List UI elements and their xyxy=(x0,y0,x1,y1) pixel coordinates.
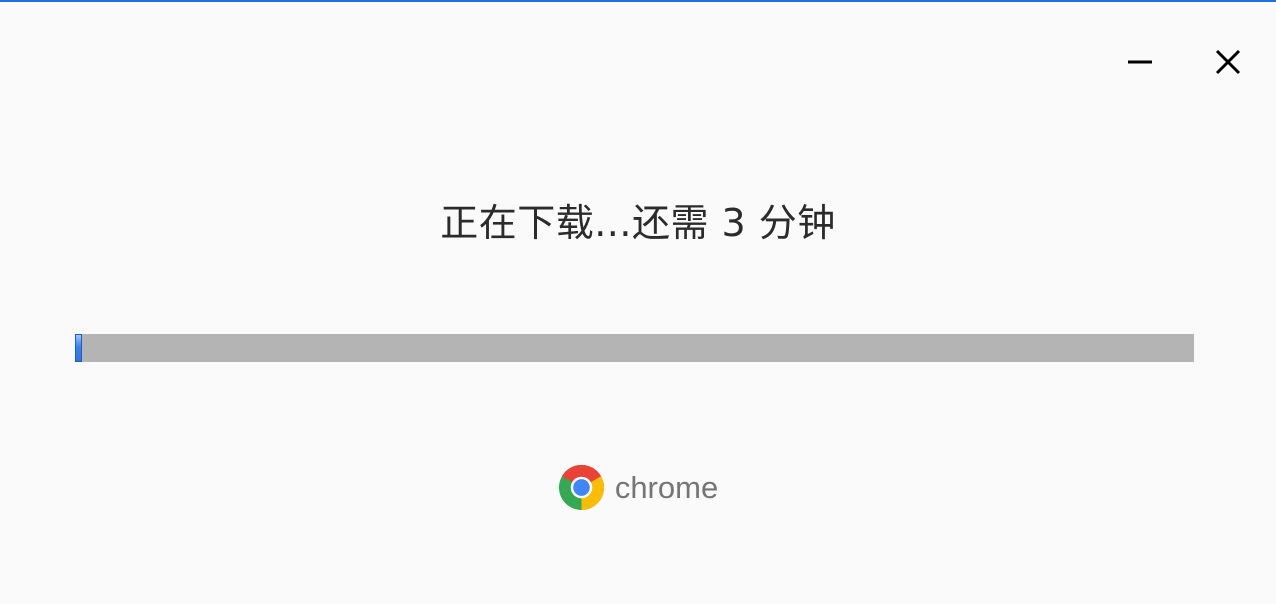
chrome-wordmark: chrome xyxy=(614,470,719,505)
download-progress-fill xyxy=(75,334,82,362)
installer-window: 正在下载...还需 3 分钟 chrome xyxy=(0,0,1276,604)
close-icon xyxy=(1215,49,1241,75)
close-button[interactable] xyxy=(1204,38,1252,86)
download-status-text: 正在下载...还需 3 分钟 xyxy=(440,201,836,245)
minimize-button[interactable] xyxy=(1116,38,1164,86)
chrome-logo-icon xyxy=(558,464,604,511)
window-top-border xyxy=(0,0,1276,2)
download-progress-bar xyxy=(75,334,1194,362)
minimize-icon xyxy=(1128,60,1152,64)
chrome-brand: chrome xyxy=(0,464,1276,511)
